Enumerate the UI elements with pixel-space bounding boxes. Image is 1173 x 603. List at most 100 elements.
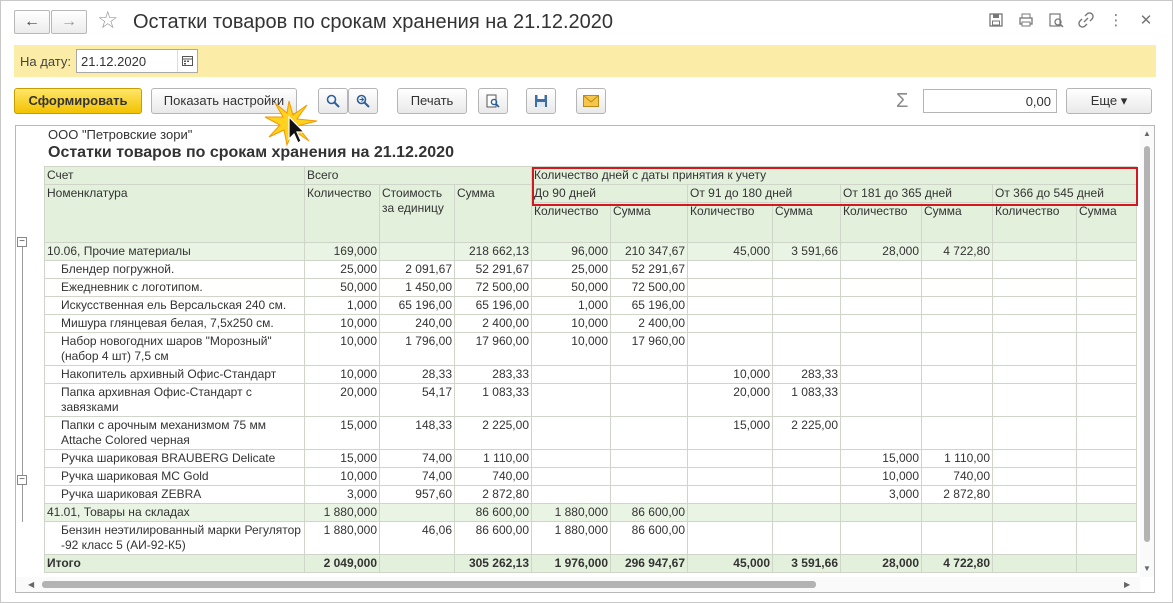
row-365-sum[interactable]: 740,00 xyxy=(921,467,993,486)
table-row[interactable]: Бензин неэтилированный марки Регулятор -… xyxy=(44,521,1137,555)
row-365-qty[interactable] xyxy=(840,332,922,366)
row-180-qty[interactable] xyxy=(687,260,773,279)
horizontal-scrollbar[interactable]: ◀ ▶ xyxy=(16,577,1140,592)
row-qty[interactable]: 20,000 xyxy=(304,383,380,417)
row-90-sum[interactable] xyxy=(610,485,688,504)
row-545-qty[interactable] xyxy=(992,242,1077,261)
row-365-qty[interactable]: 28,000 xyxy=(840,554,922,573)
row-cost[interactable]: 28,33 xyxy=(379,365,455,384)
date-input[interactable]: 21.12.2020 xyxy=(76,49,198,73)
table-row[interactable]: Блендер погружной. 25,000 2 091,67 52 291,6… xyxy=(44,260,1137,279)
row-cost[interactable]: 2 091,67 xyxy=(379,260,455,279)
row-365-sum[interactable] xyxy=(921,521,993,555)
row-365-sum[interactable] xyxy=(921,314,993,333)
row-180-qty[interactable]: 45,000 xyxy=(687,242,773,261)
search-next-button[interactable] xyxy=(348,88,378,114)
row-90-qty[interactable] xyxy=(531,365,611,384)
table-row[interactable]: Папка архивная Офис-Стандарт с завязками… xyxy=(44,383,1137,417)
row-365-sum[interactable] xyxy=(921,365,993,384)
row-545-qty[interactable] xyxy=(992,332,1077,366)
row-545-sum[interactable] xyxy=(1076,332,1137,366)
row-180-sum[interactable] xyxy=(772,521,841,555)
row-180-sum[interactable] xyxy=(772,503,841,522)
row-qty[interactable]: 25,000 xyxy=(304,260,380,279)
row-545-sum[interactable] xyxy=(1076,416,1137,450)
row-545-qty[interactable] xyxy=(992,278,1077,297)
row-180-sum[interactable] xyxy=(772,314,841,333)
row-365-qty[interactable]: 3,000 xyxy=(840,485,922,504)
row-qty[interactable]: 50,000 xyxy=(304,278,380,297)
sum-field[interactable]: 0,00 xyxy=(923,89,1057,113)
row-545-qty[interactable] xyxy=(992,365,1077,384)
table-row[interactable]: Накопитель архивный Офис-Стандарт 10,000 2… xyxy=(44,365,1137,384)
row-90-qty[interactable]: 1 880,000 xyxy=(531,521,611,555)
favorite-star-icon[interactable]: ☆ xyxy=(97,7,119,35)
row-365-sum[interactable] xyxy=(921,278,993,297)
row-90-sum[interactable]: 65 196,00 xyxy=(610,296,688,315)
row-sum[interactable]: 1 110,00 xyxy=(454,449,532,468)
row-90-sum[interactable] xyxy=(610,365,688,384)
row-545-qty[interactable] xyxy=(992,449,1077,468)
row-365-sum[interactable] xyxy=(921,332,993,366)
row-qty[interactable]: 15,000 xyxy=(304,449,380,468)
row-cost[interactable]: 957,60 xyxy=(379,485,455,504)
row-545-sum[interactable] xyxy=(1076,314,1137,333)
row-545-sum[interactable] xyxy=(1076,485,1137,504)
row-90-sum[interactable]: 2 400,00 xyxy=(610,314,688,333)
scroll-down-icon[interactable]: ▼ xyxy=(1143,564,1151,573)
row-545-qty[interactable] xyxy=(992,521,1077,555)
table-row[interactable]: Искусственная ель Версальская 240 см. 1,0… xyxy=(44,296,1137,315)
row-545-qty[interactable] xyxy=(992,503,1077,522)
table-row[interactable]: Папки с арочным механизмом 75 мм Attache… xyxy=(44,416,1137,450)
collapse-group-icon[interactable]: − xyxy=(17,475,27,485)
print-preview-button[interactable] xyxy=(478,88,508,114)
row-365-qty[interactable] xyxy=(840,416,922,450)
row-365-qty[interactable] xyxy=(840,365,922,384)
row-cost[interactable] xyxy=(379,242,455,261)
row-180-qty[interactable] xyxy=(687,503,773,522)
row-sum[interactable]: 17 960,00 xyxy=(454,332,532,366)
group-row[interactable]: 41.01, Товары на складах 1 880,000 86 600,… xyxy=(44,503,1137,522)
row-180-qty[interactable]: 10,000 xyxy=(687,365,773,384)
row-cost[interactable] xyxy=(379,503,455,522)
row-90-qty[interactable]: 1,000 xyxy=(531,296,611,315)
row-sum[interactable]: 2 225,00 xyxy=(454,416,532,450)
row-90-qty[interactable] xyxy=(531,383,611,417)
row-90-sum[interactable]: 17 960,00 xyxy=(610,332,688,366)
row-90-sum[interactable]: 52 291,67 xyxy=(610,260,688,279)
vertical-scroll-thumb[interactable] xyxy=(1144,146,1150,542)
row-180-qty[interactable] xyxy=(687,278,773,297)
print-icon[interactable] xyxy=(1017,12,1035,30)
row-sum[interactable]: 2 400,00 xyxy=(454,314,532,333)
row-365-qty[interactable]: 15,000 xyxy=(840,449,922,468)
row-name[interactable]: Мишура глянцевая белая, 7,5х250 см. xyxy=(44,314,305,333)
row-90-sum[interactable]: 296 947,67 xyxy=(610,554,688,573)
row-365-qty[interactable] xyxy=(840,296,922,315)
row-545-sum[interactable] xyxy=(1076,260,1137,279)
table-row[interactable]: Мишура глянцевая белая, 7,5х250 см. 10,00… xyxy=(44,314,1137,333)
row-365-qty[interactable] xyxy=(840,521,922,555)
row-name[interactable]: Ручка шариковая BRAUBERG Delicate xyxy=(44,449,305,468)
row-545-qty[interactable] xyxy=(992,314,1077,333)
scroll-up-icon[interactable]: ▲ xyxy=(1143,129,1151,138)
row-365-qty[interactable]: 28,000 xyxy=(840,242,922,261)
group-row[interactable]: 10.06, Прочие материалы 169,000 218 662,13… xyxy=(44,242,1137,261)
row-180-sum[interactable]: 3 591,66 xyxy=(772,554,841,573)
row-180-sum[interactable] xyxy=(772,332,841,366)
row-90-qty[interactable]: 10,000 xyxy=(531,332,611,366)
row-365-sum[interactable] xyxy=(921,383,993,417)
row-name[interactable]: Ручка шариковая ZEBRA xyxy=(44,485,305,504)
row-180-qty[interactable] xyxy=(687,521,773,555)
preview-icon[interactable] xyxy=(1047,12,1065,30)
row-365-qty[interactable] xyxy=(840,278,922,297)
row-90-qty[interactable]: 25,000 xyxy=(531,260,611,279)
row-sum[interactable]: 86 600,00 xyxy=(454,521,532,555)
row-qty[interactable]: 3,000 xyxy=(304,485,380,504)
row-name[interactable]: 10.06, Прочие материалы xyxy=(44,242,305,261)
row-180-qty[interactable]: 20,000 xyxy=(687,383,773,417)
row-545-qty[interactable] xyxy=(992,296,1077,315)
row-90-sum[interactable]: 210 347,67 xyxy=(610,242,688,261)
row-90-sum[interactable]: 86 600,00 xyxy=(610,521,688,555)
row-180-qty[interactable] xyxy=(687,332,773,366)
row-545-sum[interactable] xyxy=(1076,242,1137,261)
